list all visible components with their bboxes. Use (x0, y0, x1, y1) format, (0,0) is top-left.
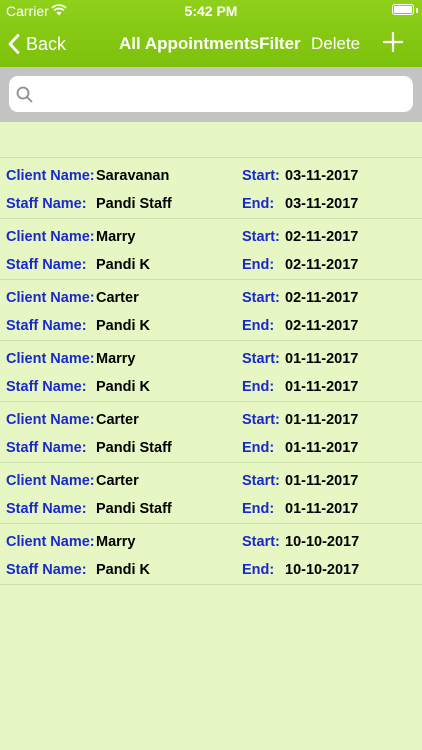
start-date-value: 01-11-2017 (285, 351, 359, 367)
appointment-row[interactable]: Client Name: Marry Start: 02-11-2017 Staff N… (0, 219, 422, 280)
appointment-row[interactable]: Client Name: Carter Start: 01-11-2017 Staff … (0, 463, 422, 524)
chevron-left-icon (8, 34, 20, 54)
end-date-value: 01-11-2017 (285, 501, 359, 517)
client-name-label: Client Name: (6, 412, 95, 428)
end-label: End: (242, 196, 275, 212)
staff-name-label: Staff Name: (6, 440, 87, 456)
appointment-row[interactable]: Client Name: Carter Start: 01-11-2017 Staff … (0, 402, 422, 463)
page-title: All AppointmentsFilter (119, 34, 301, 53)
start-date-value: 10-10-2017 (285, 534, 360, 550)
staff-name-value: Pandi Staff (96, 501, 172, 517)
add-button[interactable] (382, 31, 404, 57)
search-field[interactable] (9, 76, 413, 114)
search-icon (16, 86, 33, 108)
client-name-label: Client Name: (6, 168, 95, 184)
appointment-row[interactable]: Client Name: Saravanan Start: 03-11-2017 Sta… (0, 158, 422, 219)
end-date-value: 01-11-2017 (285, 379, 359, 395)
end-date-value: 02-11-2017 (285, 318, 359, 334)
end-label: End: (242, 257, 275, 273)
end-date-value: 10-10-2017 (285, 562, 360, 578)
battery-cap (416, 8, 418, 13)
clock: 5:42 PM (184, 3, 238, 19)
plus-icon (382, 31, 404, 53)
start-date-value: 01-11-2017 (285, 473, 359, 489)
appointment-row[interactable]: Client Name: Marry Start: 10-10-2017 Staff N… (0, 524, 422, 585)
client-name-value: Marry (96, 534, 136, 550)
start-label: Start: (242, 290, 280, 306)
start-date-value: 02-11-2017 (285, 229, 359, 245)
staff-name-label: Staff Name: (6, 196, 87, 212)
back-label: Back (26, 33, 67, 54)
end-date-value: 01-11-2017 (285, 440, 359, 456)
staff-name-label: Staff Name: (6, 562, 87, 578)
staff-name-value: Pandi Staff (96, 196, 172, 212)
delete-button[interactable]: Delete (311, 34, 360, 54)
client-name-value: Carter (96, 473, 139, 489)
client-name-value: Saravanan (96, 168, 170, 184)
client-name-label: Client Name: (6, 229, 95, 245)
client-name-value: Marry (96, 351, 136, 367)
start-label: Start: (242, 534, 280, 550)
status-bar: Carrier 5:42 PM (0, 0, 422, 22)
start-label: Start: (242, 351, 280, 367)
start-label: Start: (242, 168, 280, 184)
start-date-value: 01-11-2017 (285, 412, 359, 428)
client-name-value: Carter (96, 412, 139, 428)
appointment-row[interactable]: Client Name: Carter Start: 02-11-2017 Staff … (0, 280, 422, 341)
client-name-label: Client Name: (6, 473, 95, 489)
staff-name-label: Staff Name: (6, 257, 87, 273)
client-name-label: Client Name: (6, 351, 95, 367)
end-label: End: (242, 562, 275, 578)
search-bar (0, 67, 422, 122)
client-name-label: Client Name: (6, 534, 95, 550)
start-label: Start: (242, 412, 280, 428)
end-label: End: (242, 501, 275, 517)
start-label: Start: (242, 229, 280, 245)
header: Carrier 5:42 PM Back All AppointmentsFil… (0, 0, 422, 67)
staff-name-label: Staff Name: (6, 379, 87, 395)
end-label: End: (242, 318, 275, 334)
search-input[interactable] (41, 76, 405, 114)
client-name-value: Carter (96, 290, 139, 306)
staff-name-value: Pandi Staff (96, 440, 172, 456)
end-label: End: (242, 379, 275, 395)
client-name-label: Client Name: (6, 290, 95, 306)
staff-name-value: Pandi K (96, 379, 150, 395)
battery-icon (392, 4, 414, 15)
start-date-value: 02-11-2017 (285, 290, 359, 306)
start-label: Start: (242, 473, 280, 489)
end-date-value: 03-11-2017 (285, 196, 359, 212)
staff-name-label: Staff Name: (6, 501, 87, 517)
appointment-row[interactable]: Client Name: Marry Start: 01-11-2017 Staff N… (0, 341, 422, 402)
back-button[interactable]: Back (8, 31, 66, 57)
appointments-list: Client Name: Saravanan Start: 03-11-2017 Sta… (0, 158, 422, 585)
staff-name-value: Pandi K (96, 257, 150, 273)
client-name-value: Marry (96, 229, 136, 245)
end-label: End: (242, 440, 275, 456)
staff-name-value: Pandi K (96, 562, 150, 578)
end-date-value: 02-11-2017 (285, 257, 359, 273)
start-date-value: 03-11-2017 (285, 168, 359, 184)
staff-name-label: Staff Name: (6, 318, 87, 334)
nav-bar: Back All AppointmentsFilter Delete (0, 22, 422, 67)
staff-name-value: Pandi K (96, 318, 150, 334)
